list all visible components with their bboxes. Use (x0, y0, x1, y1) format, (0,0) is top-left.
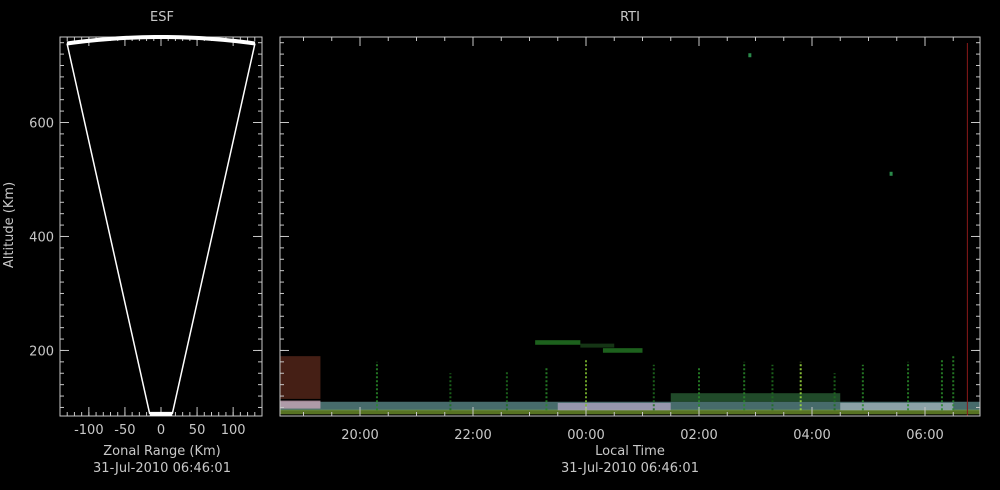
esf-x-tick-label: 0 (157, 423, 165, 438)
radar-display: ESF Altitude (Km) Zonal Range (Km) 31-Ju… (0, 0, 1000, 490)
rti-title: RTI (620, 10, 640, 25)
rti-echo-band (670, 393, 841, 402)
esf-xlabel: Zonal Range (Km) (103, 444, 220, 459)
rti-echo-band (280, 409, 980, 415)
rti-echo-band (580, 343, 615, 348)
rti-xlabel: Local Time (595, 444, 665, 459)
esf-y-tick-label: 200 (29, 344, 54, 359)
rti-date-label: 31-Jul-2010 06:46:01 (561, 461, 699, 476)
rti-x-tick-label: 20:00 (341, 428, 378, 443)
esf-x-tick-label: -100 (74, 423, 104, 438)
esf-date-label: 31-Jul-2010 06:46:01 (93, 461, 231, 476)
rti-x-tick-label: 00:00 (567, 428, 604, 443)
esf-y-tick-label: 600 (29, 116, 54, 131)
rti-echo-band (840, 402, 954, 411)
rti-x-tick-label: 02:00 (680, 428, 717, 443)
rti-x-tick-label: 06:00 (906, 428, 943, 443)
rti-echo-band (602, 348, 643, 353)
esf-x-tick-label: 50 (189, 423, 206, 438)
esf-ylabel: Altitude (Km) (2, 182, 17, 268)
rti-dot (889, 171, 893, 176)
rti-x-tick-label: 22:00 (454, 428, 491, 443)
esf-y-tick-label: 400 (29, 230, 54, 245)
esf-x-tick-label: 100 (221, 423, 246, 438)
esf-x-tick-label: -50 (114, 423, 135, 438)
rti-echo-band (535, 340, 581, 345)
rti-dot (748, 53, 752, 58)
esf-title: ESF (150, 10, 174, 25)
rti-x-tick-label: 04:00 (793, 428, 830, 443)
